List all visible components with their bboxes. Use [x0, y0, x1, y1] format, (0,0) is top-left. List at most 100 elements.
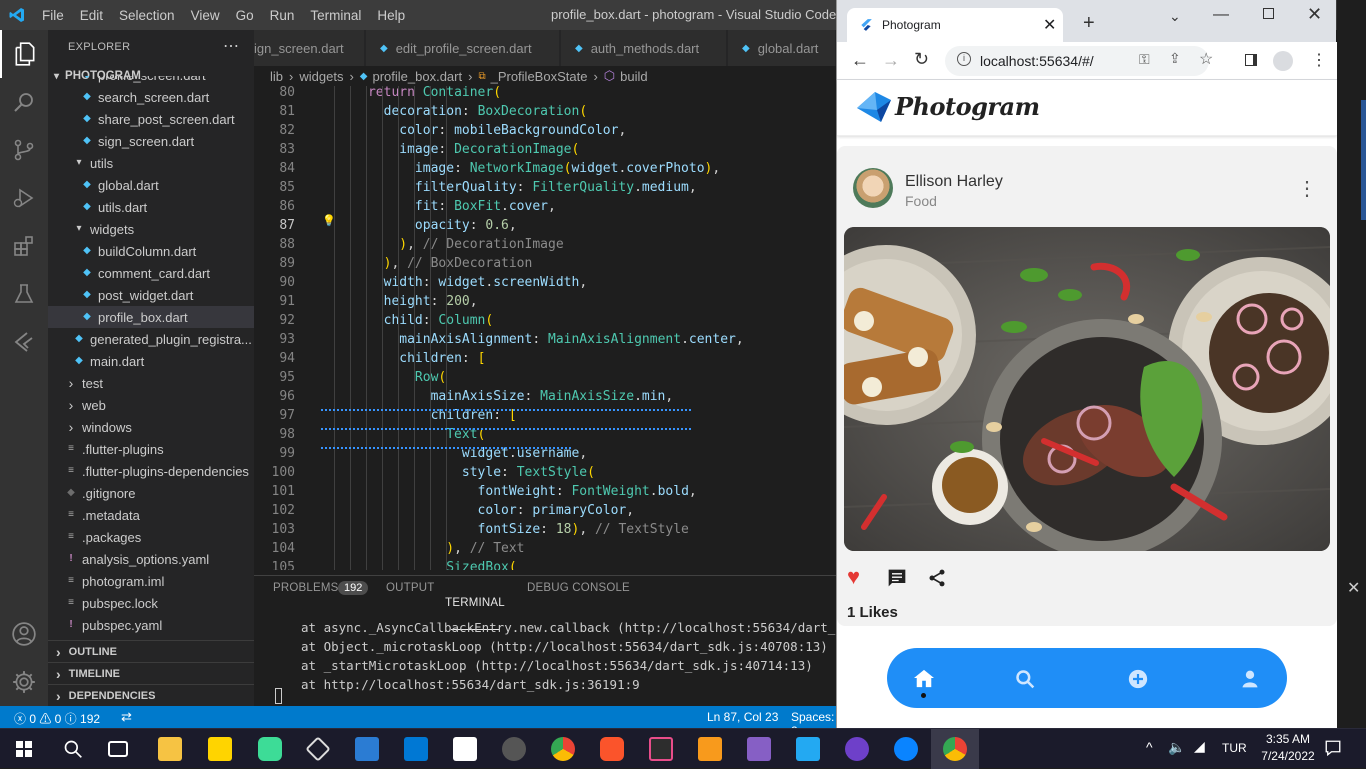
code-line[interactable]: filterQuality: FilterQuality.medium, [321, 178, 697, 197]
section-outline[interactable]: › OUTLINE [48, 640, 254, 662]
language-indicator[interactable]: TUR [1222, 741, 1247, 755]
brave-icon[interactable] [600, 737, 624, 761]
address-bar[interactable]: i localhost:55634/#/ ⚿ ⇪ ☆ [945, 46, 1213, 76]
clock-time[interactable]: 3:35 AM [1262, 732, 1314, 746]
app-icon[interactable] [258, 737, 282, 761]
editor-tab[interactable]: ◆ edit_profile_screen.dart [366, 30, 560, 66]
problems-status[interactable]: ⓧ 0 ⚠ 0 ⓘ 192 [14, 710, 100, 727]
editor-tab[interactable]: ◆ auth_methods.dart [561, 30, 727, 66]
profile-avatar-icon[interactable] [1273, 51, 1293, 71]
tree-item[interactable]: ▾ widgets [48, 218, 254, 240]
code-line[interactable]: fit: BoxFit.cover, [321, 197, 556, 216]
flutter-icon[interactable] [0, 318, 48, 366]
browser-tab[interactable]: Photogram ✕ [847, 8, 1063, 42]
visual-studio-icon[interactable] [747, 737, 771, 761]
tray-chevron-icon[interactable]: ^ [1146, 739, 1153, 755]
menu-item-edit[interactable]: Edit [72, 8, 111, 23]
code-line[interactable]: ), // DecorationImage [321, 235, 563, 254]
add-post-icon[interactable] [1128, 669, 1148, 689]
davinci-icon[interactable] [649, 737, 673, 761]
new-tab-button[interactable]: + [1083, 12, 1095, 35]
editor-tab[interactable]: ◆ global.dart [728, 30, 836, 66]
sticky-notes-icon[interactable] [208, 737, 232, 761]
tree-item[interactable]: ≡ .flutter-plugins [48, 438, 254, 460]
chrome-active-icon[interactable] [943, 737, 967, 761]
profile-icon[interactable] [1240, 669, 1260, 689]
close-window-button[interactable]: ✕ [1307, 4, 1322, 25]
close-tab-icon[interactable]: ✕ [1043, 15, 1056, 35]
mail-icon[interactable] [404, 737, 428, 761]
reload-button[interactable]: ↻ [914, 49, 929, 70]
tree-item[interactable]: ◆ profile_screen.dart [48, 76, 254, 86]
notifications-icon[interactable] [1324, 739, 1342, 757]
tree-item[interactable]: ◆ comment_card.dart [48, 262, 254, 284]
code-line[interactable]: decoration: BoxDecoration( [321, 102, 588, 121]
home-icon[interactable] [913, 668, 935, 688]
more-actions-icon[interactable]: ⋯ [223, 36, 239, 56]
section-dependencies[interactable]: › DEPENDENCIES [48, 684, 254, 706]
minimize-button[interactable]: — [1213, 6, 1229, 24]
lightbulb-icon[interactable]: 💡 [322, 214, 336, 227]
code-line[interactable]: fontWeight: FontWeight.bold, [321, 482, 697, 501]
tree-item[interactable]: › test [48, 372, 254, 394]
code-editor[interactable]: 80 return Container(81 decoration: BoxDe… [254, 86, 836, 570]
tree-item[interactable]: ◆ buildColumn.dart [48, 240, 254, 262]
tree-item[interactable]: ◆ main.dart [48, 350, 254, 372]
breadcrumb-item[interactable]: _ProfileBoxState [491, 69, 588, 84]
menu-item-file[interactable]: File [34, 8, 72, 23]
maximize-button[interactable] [1263, 8, 1274, 19]
code-line[interactable]: ), // Text [321, 539, 524, 558]
code-line[interactable]: return Container( [321, 86, 501, 102]
breadcrumb-item[interactable]: lib [270, 69, 283, 84]
code-line[interactable]: width: widget.screenWidth, [321, 273, 588, 292]
tree-item[interactable]: ◆ generated_plugin_registra... [48, 328, 254, 350]
code-line[interactable]: fontSize: 18), // TextStyle [321, 520, 689, 539]
sublime-icon[interactable] [698, 737, 722, 761]
extensions-icon[interactable] [0, 222, 48, 270]
chevron-down-icon[interactable]: ⌄ [1169, 8, 1181, 25]
network-icon[interactable]: ◢ [1194, 738, 1205, 755]
post-image[interactable] [844, 227, 1330, 551]
post-username[interactable]: Ellison Harley [905, 173, 1003, 191]
tree-item[interactable]: ≡ .flutter-plugins-dependencies [48, 460, 254, 482]
taskbar-app-icon[interactable] [355, 737, 379, 761]
tree-item[interactable]: ◆ .gitignore [48, 482, 254, 504]
search-icon[interactable] [1015, 669, 1035, 689]
tree-item[interactable]: › web [48, 394, 254, 416]
chrome-icon[interactable] [551, 737, 575, 761]
chrome-menu-icon[interactable]: ⋮ [1311, 50, 1327, 70]
menu-item-go[interactable]: Go [228, 8, 262, 23]
code-line[interactable]: image: DecorationImage( [321, 140, 579, 159]
tree-item[interactable]: ! pubspec.yaml [48, 614, 254, 636]
menu-item-selection[interactable]: Selection [111, 8, 183, 23]
close-panel-icon[interactable]: ✕ [1347, 578, 1360, 598]
settings-gear-icon[interactable] [0, 658, 48, 706]
tree-item[interactable]: ≡ .packages [48, 526, 254, 548]
windows-start-icon[interactable] [16, 741, 32, 757]
github-desktop-icon[interactable] [845, 737, 869, 761]
code-line[interactable]: height: 200, [321, 292, 478, 311]
bookmark-star-icon[interactable]: ☆ [1199, 49, 1213, 69]
media-player-icon[interactable] [502, 737, 526, 761]
tree-item[interactable]: ! analysis_options.yaml [48, 548, 254, 570]
menu-item-view[interactable]: View [183, 8, 228, 23]
code-line[interactable]: mainAxisAlignment: MainAxisAlignment.cen… [321, 330, 743, 349]
tree-item[interactable]: ◆ post_widget.dart [48, 284, 254, 306]
more-vert-icon[interactable]: ⋮ [1297, 176, 1317, 201]
section-timeline[interactable]: › TIMELINE [48, 662, 254, 684]
key-icon[interactable]: ⚿ [1139, 51, 1150, 68]
search-icon[interactable] [0, 78, 48, 126]
code-line[interactable]: Row( [321, 368, 446, 387]
live-share-icon[interactable]: ⇄ [121, 709, 132, 725]
panel-tab-problems[interactable]: PROBLEMS [273, 582, 339, 594]
code-line[interactable]: style: TextStyle( [321, 463, 595, 482]
share-icon[interactable] [927, 568, 947, 588]
breadcrumb-item[interactable]: build [620, 69, 647, 84]
explorer-icon[interactable] [0, 30, 48, 78]
tree-item[interactable]: ◆ utils.dart [48, 196, 254, 218]
breadcrumb-item[interactable]: widgets [299, 69, 343, 84]
tree-item[interactable]: ◆ search_screen.dart [48, 86, 254, 108]
tree-item[interactable]: ≡ pubspec.lock [48, 592, 254, 614]
vscode-taskbar-icon[interactable] [796, 737, 820, 761]
source-control-icon[interactable] [0, 126, 48, 174]
